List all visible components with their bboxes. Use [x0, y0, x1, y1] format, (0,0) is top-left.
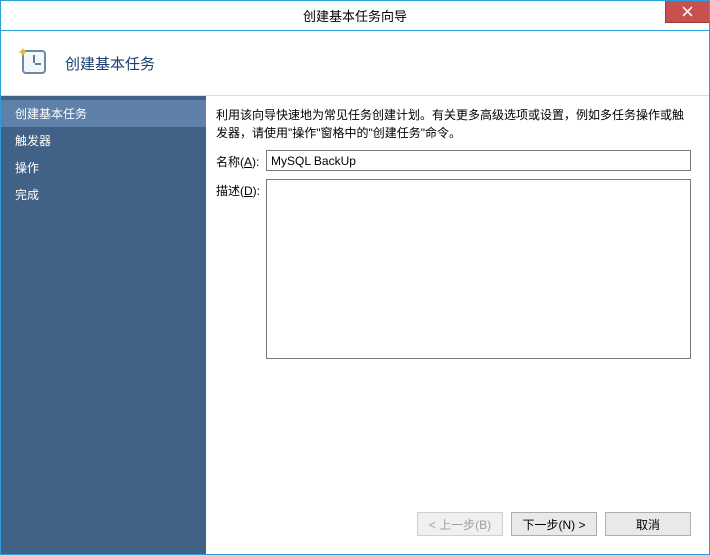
description-label: 描述(D):: [216, 179, 266, 199]
sidebar-item-finish[interactable]: 完成: [1, 181, 206, 208]
wizard-body: 创建基本任务 触发器 操作 完成 利用该向导快速地为常见任务创建计划。有关更多高…: [1, 96, 709, 554]
wizard-window: 创建基本任务向导 ✦ 创建基本任务 创建基本任务 触发器 操作 完成: [0, 0, 710, 555]
back-button: < 上一步(B): [417, 512, 503, 536]
window-title: 创建基本任务向导: [1, 6, 709, 25]
cancel-button[interactable]: 取消: [605, 512, 691, 536]
sidebar-item-action[interactable]: 操作: [1, 154, 206, 181]
close-button[interactable]: [665, 1, 709, 23]
wizard-footer: < 上一步(B) 下一步(N) > 取消: [216, 502, 691, 544]
task-scheduler-icon: ✦: [19, 47, 51, 79]
name-input[interactable]: [266, 150, 691, 171]
description-row: 描述(D):: [216, 179, 691, 359]
page-title: 创建基本任务: [65, 53, 155, 74]
sidebar-item-create-basic-task[interactable]: 创建基本任务: [1, 100, 206, 127]
wizard-sidebar: 创建基本任务 触发器 操作 完成: [1, 96, 206, 554]
next-button[interactable]: 下一步(N) >: [511, 512, 597, 536]
titlebar: 创建基本任务向导: [1, 1, 709, 31]
wizard-header: ✦ 创建基本任务: [1, 31, 709, 96]
name-row: 名称(A):: [216, 150, 691, 171]
close-icon: [682, 6, 693, 17]
sidebar-item-trigger[interactable]: 触发器: [1, 127, 206, 154]
wizard-content: 利用该向导快速地为常见任务创建计划。有关更多高级选项或设置，例如多任务操作或触发…: [206, 96, 709, 554]
intro-text: 利用该向导快速地为常见任务创建计划。有关更多高级选项或设置，例如多任务操作或触发…: [216, 106, 691, 142]
description-input[interactable]: [266, 179, 691, 359]
name-label: 名称(A):: [216, 150, 266, 170]
